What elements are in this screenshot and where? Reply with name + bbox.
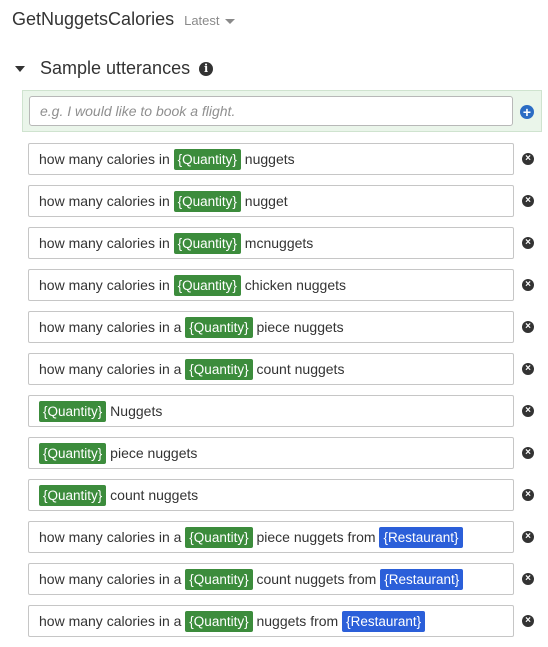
slot-quantity[interactable]: {Quantity} — [185, 316, 253, 338]
close-circle-icon[interactable]: × — [522, 531, 534, 543]
version-label: Latest — [184, 13, 220, 28]
utterance-text: nuggets — [240, 151, 295, 167]
sample-utterances-header: Sample utterances i — [15, 58, 214, 79]
utterance-row: how many calories in a {Quantity} count … — [28, 353, 544, 395]
utterance-text: how many calories in — [39, 193, 174, 209]
close-circle-icon[interactable]: × — [522, 279, 534, 291]
utterance-field[interactable]: how many calories in a {Quantity} piece … — [28, 311, 514, 343]
close-circle-icon[interactable]: × — [522, 153, 534, 165]
utterance-text: chicken nuggets — [240, 277, 346, 293]
utterance-text: how many calories in — [39, 151, 174, 167]
utterance-row: {Quantity} Nuggets × — [28, 395, 544, 437]
utterance-text: Nuggets — [106, 403, 163, 419]
utterance-row: how many calories in a {Quantity} nugget… — [28, 605, 544, 647]
close-circle-icon[interactable]: × — [522, 363, 534, 375]
utterance-text: how many calories in a — [39, 361, 186, 377]
utterance-row: how many calories in {Quantity} chicken … — [28, 269, 544, 311]
close-circle-icon[interactable]: × — [522, 489, 534, 501]
utterance-field[interactable]: how many calories in {Quantity} chicken … — [28, 269, 514, 301]
utterance-field[interactable]: {Quantity} piece nuggets — [28, 437, 514, 469]
utterance-text: piece nuggets — [106, 445, 198, 461]
caret-down-icon[interactable] — [15, 65, 25, 72]
utterance-field[interactable]: how many calories in a {Quantity} nugget… — [28, 605, 514, 637]
slot-quantity[interactable]: {Quantity} — [173, 190, 241, 212]
utterance-field[interactable]: how many calories in {Quantity} nuggets — [28, 143, 514, 175]
utterance-row: how many calories in a {Quantity} count … — [28, 563, 544, 605]
utterance-text: count nuggets — [106, 487, 199, 503]
utterance-field[interactable]: how many calories in a {Quantity} count … — [28, 353, 514, 385]
utterance-row: how many calories in {Quantity} nugget × — [28, 185, 544, 227]
utterance-list: how many calories in {Quantity} nuggets ×… — [28, 143, 544, 647]
utterance-text: nugget — [240, 193, 288, 209]
intent-name: GetNuggetsCalories — [12, 9, 175, 29]
close-circle-icon[interactable]: × — [522, 447, 534, 459]
slot-quantity[interactable]: {Quantity} — [39, 484, 107, 506]
utterance-text: how many calories in a — [39, 613, 186, 629]
utterance-text: how many calories in a — [39, 571, 186, 587]
utterance-field[interactable]: {Quantity} count nuggets — [28, 479, 514, 511]
slot-restaurant[interactable]: {Restaurant} — [380, 568, 464, 590]
utterance-text: how many calories in a — [39, 319, 186, 335]
utterance-field[interactable]: how many calories in {Quantity} mcnugget… — [28, 227, 514, 259]
utterance-text: piece nuggets from — [252, 529, 380, 545]
utterance-row: how many calories in a {Quantity} piece … — [28, 521, 544, 563]
slot-quantity[interactable]: {Quantity} — [185, 568, 253, 590]
slot-quantity[interactable]: {Quantity} — [185, 358, 253, 380]
close-circle-icon[interactable]: × — [522, 615, 534, 627]
new-utterance-input[interactable] — [29, 96, 513, 126]
slot-restaurant[interactable]: {Restaurant} — [342, 610, 426, 632]
utterance-row: how many calories in a {Quantity} piece … — [28, 311, 544, 353]
close-circle-icon[interactable]: × — [522, 573, 534, 585]
utterance-text: piece nuggets — [252, 319, 344, 335]
version-dropdown[interactable]: Latest — [184, 13, 235, 28]
utterance-field[interactable]: how many calories in {Quantity} nugget — [28, 185, 514, 217]
utterance-row: how many calories in {Quantity} nuggets × — [28, 143, 544, 185]
utterance-text: how many calories in — [39, 277, 174, 293]
utterance-text: how many calories in a — [39, 529, 186, 545]
intent-header: GetNuggetsCalories Latest — [12, 9, 235, 30]
slot-quantity[interactable]: {Quantity} — [173, 232, 241, 254]
chevron-down-icon — [224, 19, 235, 24]
info-icon[interactable]: i — [199, 61, 214, 76]
slot-quantity[interactable]: {Quantity} — [39, 400, 107, 422]
utterance-row: {Quantity} piece nuggets × — [28, 437, 544, 479]
plus-circle-icon[interactable]: + — [520, 105, 534, 119]
section-title: Sample utterances — [40, 58, 191, 78]
utterance-text: count nuggets from — [252, 571, 381, 587]
slot-quantity[interactable]: {Quantity} — [173, 274, 241, 296]
close-circle-icon[interactable]: × — [522, 195, 534, 207]
utterance-text: mcnuggets — [240, 235, 314, 251]
slot-restaurant[interactable]: {Restaurant} — [379, 526, 463, 548]
utterance-text: nuggets from — [252, 613, 343, 629]
close-circle-icon[interactable]: × — [522, 237, 534, 249]
new-utterance-panel: + — [22, 90, 542, 132]
utterance-field[interactable]: how many calories in a {Quantity} piece … — [28, 521, 514, 553]
utterance-field[interactable]: how many calories in a {Quantity} count … — [28, 563, 514, 595]
slot-quantity[interactable]: {Quantity} — [185, 526, 253, 548]
utterance-text: how many calories in — [39, 235, 174, 251]
slot-quantity[interactable]: {Quantity} — [173, 148, 241, 170]
utterance-text: count nuggets — [252, 361, 345, 377]
slot-quantity[interactable]: {Quantity} — [185, 610, 253, 632]
utterance-field[interactable]: {Quantity} Nuggets — [28, 395, 514, 427]
utterance-row: {Quantity} count nuggets × — [28, 479, 544, 521]
slot-quantity[interactable]: {Quantity} — [39, 442, 107, 464]
close-circle-icon[interactable]: × — [522, 321, 534, 333]
utterance-row: how many calories in {Quantity} mcnugget… — [28, 227, 544, 269]
close-circle-icon[interactable]: × — [522, 405, 534, 417]
